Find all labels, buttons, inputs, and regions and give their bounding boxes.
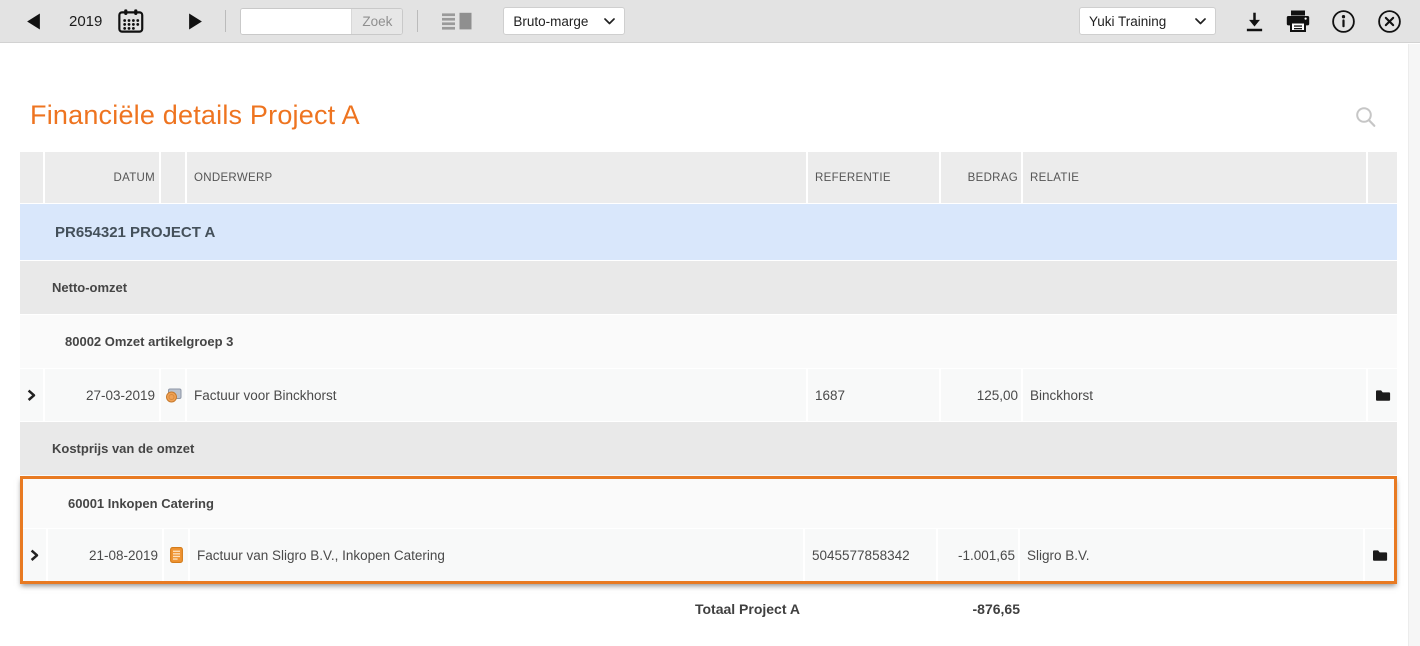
chevron-right-icon <box>30 549 39 562</box>
print-button[interactable] <box>1284 8 1312 34</box>
search-box: Zoek <box>240 7 404 35</box>
next-year-button[interactable] <box>186 11 205 32</box>
page-title: Financiële details Project A <box>30 100 360 130</box>
transaction-row[interactable]: 27-03-2019 Factuur voor Binckhorst 1687 … <box>20 369 1397 422</box>
expand-row-button[interactable] <box>20 369 45 421</box>
expand-row-button[interactable] <box>23 529 48 581</box>
entry-date: 21-08-2019 <box>48 529 164 581</box>
yuki-app: 2019 Zoek Bruto-marge Yuki Training Fina… <box>0 0 1420 646</box>
info-icon <box>1331 9 1356 34</box>
entry-subject[interactable]: Factuur voor Binckhorst <box>187 369 808 421</box>
account-row-80002: 80002 Omzet artikelgroep 3 <box>20 315 1397 369</box>
chevron-down-icon <box>1195 17 1206 25</box>
search-input[interactable] <box>241 8 352 34</box>
download-button[interactable] <box>1242 9 1267 34</box>
layout-toggle-button[interactable] <box>440 10 475 32</box>
view-mode-value: Bruto-marge <box>513 13 589 29</box>
entry-amount: -1.001,65 <box>938 529 1020 581</box>
search-button[interactable]: Zoek <box>351 8 403 34</box>
entry-date: 27-03-2019 <box>45 369 161 421</box>
vertical-scrollbar[interactable] <box>1408 44 1420 646</box>
financial-details-table: DATUM ONDERWERP REFERENTIE BEDRAG RELATI… <box>20 152 1397 634</box>
search-icon[interactable] <box>1354 105 1378 130</box>
header-icon-col <box>161 152 187 203</box>
header-referentie: REFERENTIE <box>808 152 941 203</box>
entry-amount: 125,00 <box>941 369 1023 421</box>
open-document-button[interactable] <box>1368 369 1397 421</box>
folder-icon <box>1375 389 1391 402</box>
folder-icon <box>1372 549 1388 562</box>
toolbar-separator <box>225 10 227 32</box>
header-onderwerp: ONDERWERP <box>187 152 808 203</box>
account-label: 80002 Omzet artikelgroep 3 <box>65 334 234 349</box>
header-datum: DATUM <box>45 152 161 203</box>
calendar-button[interactable] <box>116 7 146 35</box>
entry-reference: 5045577858342 <box>805 529 938 581</box>
highlighted-section: 60001 Inkopen Catering 21-08-2019 Factuu… <box>20 476 1397 584</box>
close-button[interactable] <box>1375 7 1404 36</box>
toolbar-separator <box>417 10 419 32</box>
entry-reference: 1687 <box>808 369 941 421</box>
administration-value: Yuki Training <box>1089 13 1167 29</box>
account-label: 60001 Inkopen Catering <box>68 496 214 511</box>
prev-arrow-icon <box>26 13 41 30</box>
transaction-row[interactable]: 21-08-2019 Factuur van Sligro B.V., Inko… <box>23 529 1394 581</box>
chevron-down-icon <box>604 17 616 25</box>
header-relatie: RELATIE <box>1023 152 1368 203</box>
project-title: PR654321 PROJECT A <box>55 223 216 241</box>
total-label: Totaal Project A <box>694 600 800 617</box>
toolbar-right-icons <box>1242 7 1404 36</box>
year-label: 2019 <box>69 12 103 30</box>
download-icon <box>1244 11 1265 32</box>
project-total-row: Totaal Project A -876,65 <box>20 584 1397 634</box>
close-icon <box>1377 9 1402 34</box>
toolbar: 2019 Zoek Bruto-marge Yuki Training <box>0 0 1420 43</box>
account-row-60001: 60001 Inkopen Catering <box>23 479 1394 529</box>
table-header-row: DATUM ONDERWERP REFERENTIE BEDRAG RELATI… <box>20 152 1397 204</box>
next-arrow-icon <box>188 13 203 30</box>
total-amount: -876,65 <box>972 600 1020 617</box>
header-bedrag: BEDRAG <box>941 152 1023 203</box>
header-expand-col <box>20 152 45 203</box>
main-content: Financiële details Project A DATUM ONDER… <box>0 43 1400 634</box>
project-header-row[interactable]: PR654321 PROJECT A <box>20 204 1397 261</box>
prev-year-button[interactable] <box>24 11 43 32</box>
header-folder-col <box>1368 152 1397 203</box>
group-label: Netto-omzet <box>52 280 128 295</box>
open-document-button[interactable] <box>1365 529 1394 581</box>
entry-relation[interactable]: Binckhorst <box>1023 369 1368 421</box>
printer-icon <box>1286 10 1310 32</box>
chevron-right-icon <box>27 389 36 402</box>
calendar-icon <box>118 9 144 33</box>
administration-select[interactable]: Yuki Training <box>1079 7 1216 35</box>
sales-invoice-icon <box>161 369 187 421</box>
info-button[interactable] <box>1329 7 1358 36</box>
view-mode-select[interactable]: Bruto-marge <box>503 7 626 35</box>
group-label: Kostprijs van de omzet <box>52 441 195 456</box>
entry-relation[interactable]: Sligro B.V. <box>1020 529 1365 581</box>
entry-subject[interactable]: Factuur van Sligro B.V., Inkopen Caterin… <box>190 529 805 581</box>
group-row-netto-omzet: Netto-omzet <box>20 261 1397 315</box>
layout-toggle-icon <box>442 12 473 30</box>
group-row-kostprijs: Kostprijs van de omzet <box>20 422 1397 476</box>
purchase-invoice-icon <box>164 529 190 581</box>
